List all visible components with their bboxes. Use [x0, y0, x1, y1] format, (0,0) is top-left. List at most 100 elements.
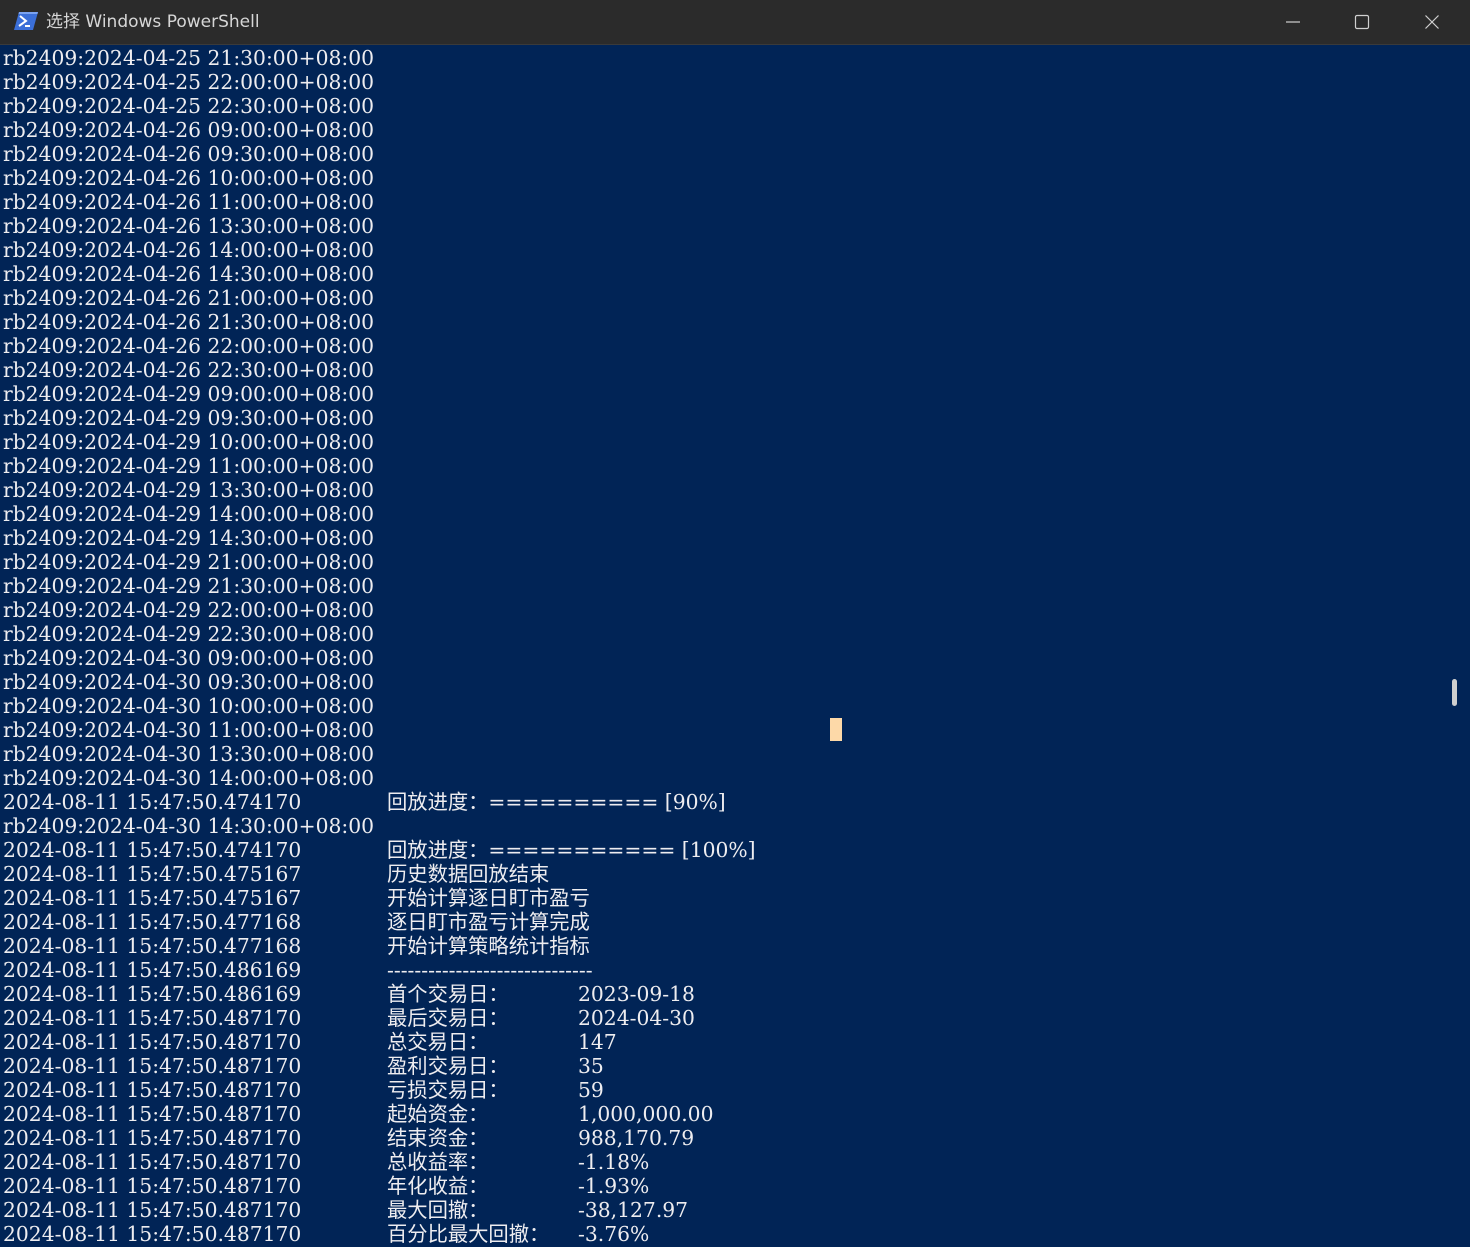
log-timestamp: 2024-08-11 15:47:50.486169	[3, 982, 302, 1006]
stat-line: 2024-08-11 15:47:50.487170 最后交易日： 2024-04-…	[3, 1006, 1441, 1030]
log-timestamp: 2024-08-11 15:47:50.487170	[3, 1102, 302, 1126]
bar-time-line: rb2409:2024-04-30 14:00:00+08:00	[3, 766, 375, 790]
stat-label: 最后交易日：	[387, 1006, 509, 1030]
stat-value: -38,127.97	[578, 1198, 689, 1222]
log-timestamp: 2024-08-11 15:47:50.487170	[3, 1006, 302, 1030]
scrollbar-thumb[interactable]	[1452, 679, 1457, 706]
bar-time-line: rb2409:2024-04-29 09:00:00+08:00	[3, 382, 375, 406]
bar-time-line: rb2409:2024-04-29 11:00:00+08:00	[3, 454, 375, 478]
powershell-window: 选择 Windows PowerShell rb2409:2024-04-25 …	[0, 0, 1470, 1247]
log-message: ------------------------------	[387, 958, 593, 982]
log-line: 2024-08-11 15:47:50.474170 回放进度：=========…	[3, 838, 1441, 862]
bar-time-line: rb2409:2024-04-26 09:00:00+08:00	[3, 118, 375, 142]
stat-line: 2024-08-11 15:47:50.487170 年化收益： -1.93%	[3, 1174, 1441, 1198]
log-message: 开始计算策略统计指标	[387, 934, 590, 958]
bar-time-line: rb2409:2024-04-26 22:00:00+08:00	[3, 334, 375, 358]
bar-time-line: rb2409:2024-04-30 10:00:00+08:00	[3, 694, 375, 718]
stat-value: 59	[578, 1078, 604, 1102]
minimize-icon	[1286, 21, 1300, 23]
bar-time-line: rb2409:2024-04-26 13:30:00+08:00	[3, 214, 375, 238]
log-line: 2024-08-11 15:47:50.477168 开始计算策略统计指标	[3, 934, 1441, 958]
log-line: 2024-08-11 15:47:50.475167 历史数据回放结束	[3, 862, 1441, 886]
stat-line: 2024-08-11 15:47:50.486169 首个交易日： 2023-09-…	[3, 982, 1441, 1006]
bar-time-line: rb2409:2024-04-29 21:30:00+08:00	[3, 574, 375, 598]
log-timestamp: 2024-08-11 15:47:50.474170	[3, 838, 302, 862]
stat-label: 最大回撤：	[387, 1198, 489, 1222]
close-button[interactable]	[1397, 0, 1467, 44]
log-timestamp: 2024-08-11 15:47:50.487170	[3, 1174, 302, 1198]
minimize-button[interactable]	[1258, 0, 1328, 44]
bar-time-line: rb2409:2024-04-29 14:00:00+08:00	[3, 502, 375, 526]
log-timestamp: 2024-08-11 15:47:50.477168	[3, 934, 302, 958]
bar-time-line: rb2409:2024-04-25 22:30:00+08:00	[3, 94, 375, 118]
bar-time-line: rb2409:2024-04-29 10:00:00+08:00	[3, 430, 375, 454]
bar-time-line: rb2409:2024-04-26 14:30:00+08:00	[3, 262, 375, 286]
log-timestamp: 2024-08-11 15:47:50.477168	[3, 910, 302, 934]
text-cursor	[830, 718, 842, 741]
log-message: 回放进度：========== [90%]	[387, 790, 726, 814]
stat-label: 总收益率：	[387, 1150, 489, 1174]
console-output[interactable]: rb2409:2024-04-25 21:30:00+08:00 rb2409:2…	[3, 46, 1441, 1247]
stat-line: 2024-08-11 15:47:50.487170 起始资金： 1,000,000…	[3, 1102, 1441, 1126]
stat-value: -3.76%	[578, 1222, 650, 1246]
bar-time-line: rb2409:2024-04-25 21:30:00+08:00	[3, 46, 375, 70]
bar-time-line: rb2409:2024-04-29 09:30:00+08:00	[3, 406, 375, 430]
log-message: 逐日盯市盈亏计算完成	[387, 910, 590, 934]
close-icon	[1425, 15, 1439, 29]
bar-time-line: rb2409:2024-04-26 21:00:00+08:00	[3, 286, 375, 310]
powershell-icon	[14, 12, 38, 30]
stat-label: 总交易日：	[387, 1030, 489, 1054]
bar-time-line: rb2409:2024-04-30 09:30:00+08:00	[3, 670, 375, 694]
log-message: 开始计算逐日盯市盈亏	[387, 886, 590, 910]
log-timestamp: 2024-08-11 15:47:50.474170	[3, 790, 302, 814]
stat-value: 2023-09-18	[578, 982, 695, 1006]
stat-line: 2024-08-11 15:47:50.487170 总收益率： -1.18%	[3, 1150, 1441, 1174]
bar-time-line: rb2409:2024-04-30 11:00:00+08:00	[3, 718, 375, 742]
maximize-icon	[1354, 14, 1370, 30]
stat-label: 首个交易日：	[387, 982, 509, 1006]
scrollbar-track[interactable]	[1441, 45, 1470, 1247]
bar-time-line: rb2409:2024-04-26 10:00:00+08:00	[3, 166, 375, 190]
bar-time-line: rb2409:2024-04-30 13:30:00+08:00	[3, 742, 375, 766]
log-timestamp: 2024-08-11 15:47:50.487170	[3, 1222, 302, 1246]
stat-label: 年化收益：	[387, 1174, 489, 1198]
bar-time-line: rb2409:2024-04-26 22:30:00+08:00	[3, 358, 375, 382]
stat-value: -1.93%	[578, 1174, 650, 1198]
stat-line: 2024-08-11 15:47:50.487170 结束资金： 988,170.7…	[3, 1126, 1441, 1150]
progress-log-line: 2024-08-11 15:47:50.474170 回放进度：=========…	[3, 790, 1441, 814]
log-timestamp: 2024-08-11 15:47:50.487170	[3, 1150, 302, 1174]
stat-label: 结束资金：	[387, 1126, 489, 1150]
bar-time-line: rb2409:2024-04-26 11:00:00+08:00	[3, 190, 375, 214]
window-title: 选择 Windows PowerShell	[46, 12, 260, 32]
stat-line: 2024-08-11 15:47:50.487170 总交易日： 147	[3, 1030, 1441, 1054]
log-timestamp: 2024-08-11 15:47:50.487170	[3, 1054, 302, 1078]
log-timestamp: 2024-08-11 15:47:50.475167	[3, 886, 302, 910]
bar-time-line: rb2409:2024-04-30 09:00:00+08:00	[3, 646, 375, 670]
log-timestamp: 2024-08-11 15:47:50.486169	[3, 958, 302, 982]
log-timestamp: 2024-08-11 15:47:50.487170	[3, 1030, 302, 1054]
stat-line: 2024-08-11 15:47:50.487170 最大回撤： -38,127.9…	[3, 1198, 1441, 1222]
title-bar[interactable]: 选择 Windows PowerShell	[0, 0, 1470, 45]
bar-time-line: rb2409:2024-04-30 14:30:00+08:00	[3, 814, 375, 838]
maximize-button[interactable]	[1327, 0, 1397, 44]
bar-time-line: rb2409:2024-04-26 21:30:00+08:00	[3, 310, 375, 334]
bar-time-line: rb2409:2024-04-29 13:30:00+08:00	[3, 478, 375, 502]
stat-value: 988,170.79	[578, 1126, 695, 1150]
bar-time-line: rb2409:2024-04-25 22:00:00+08:00	[3, 70, 375, 94]
log-message: 历史数据回放结束	[387, 862, 550, 886]
stat-line: 2024-08-11 15:47:50.487170 盈利交易日： 35	[3, 1054, 1441, 1078]
log-timestamp: 2024-08-11 15:47:50.487170	[3, 1078, 302, 1102]
stat-label: 亏损交易日：	[387, 1078, 509, 1102]
stat-value: 2024-04-30	[578, 1006, 695, 1030]
stat-line: 2024-08-11 15:47:50.487170 百分比最大回撤： -3.76%	[3, 1222, 1441, 1246]
log-message: 回放进度：=========== [100%]	[387, 838, 756, 862]
bar-time-line: rb2409:2024-04-29 22:30:00+08:00	[3, 622, 375, 646]
log-timestamp: 2024-08-11 15:47:50.475167	[3, 862, 302, 886]
stat-line: 2024-08-11 15:47:50.487170 亏损交易日： 59	[3, 1078, 1441, 1102]
bar-time-line: rb2409:2024-04-29 14:30:00+08:00	[3, 526, 375, 550]
log-line: 2024-08-11 15:47:50.486169 --------------…	[3, 958, 1441, 982]
bar-time-line: rb2409:2024-04-26 14:00:00+08:00	[3, 238, 375, 262]
bar-time-line: rb2409:2024-04-26 09:30:00+08:00	[3, 142, 375, 166]
log-timestamp: 2024-08-11 15:47:50.487170	[3, 1198, 302, 1222]
stat-value: 1,000,000.00	[578, 1102, 714, 1126]
